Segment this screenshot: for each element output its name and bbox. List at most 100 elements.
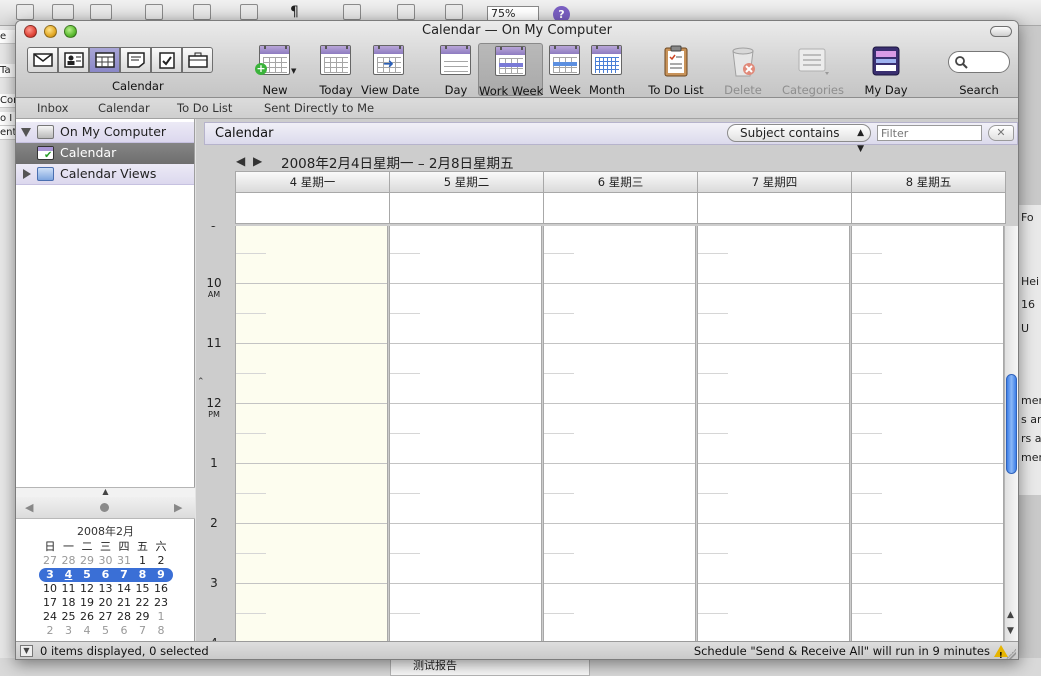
mini-day[interactable]: 28: [115, 610, 133, 624]
disclosure-open-icon[interactable]: [21, 128, 31, 137]
calendar-view-button[interactable]: [89, 47, 120, 73]
day-column[interactable]: [389, 226, 542, 641]
mini-day[interactable]: 19: [78, 596, 96, 610]
mini-day[interactable]: 3: [60, 624, 78, 638]
status-toggle-button[interactable]: ▼: [20, 645, 33, 657]
mini-day[interactable]: 5: [97, 624, 115, 638]
mini-day[interactable]: 4: [60, 568, 78, 582]
my-day-button[interactable]: My Day: [864, 45, 908, 97]
mini-day[interactable]: 16: [152, 582, 170, 596]
mini-day[interactable]: 7: [134, 624, 152, 638]
mini-week[interactable]: 24 25 26 27 28 29 1: [41, 610, 171, 624]
day-header-1[interactable]: 4 星期一: [235, 171, 389, 193]
mini-day[interactable]: 28: [60, 554, 78, 568]
filter-input[interactable]: [877, 125, 982, 141]
clear-filter-button[interactable]: ✕: [988, 125, 1014, 141]
mini-week-selected[interactable]: 3456789: [39, 568, 173, 582]
delete-button[interactable]: Delete: [723, 45, 763, 97]
mini-calendar-splitter[interactable]: ▲: [16, 487, 195, 497]
new-button[interactable]: + ▼ New: [254, 45, 296, 97]
mini-day[interactable]: 4: [78, 624, 96, 638]
nav-link-calendar[interactable]: Calendar: [98, 101, 150, 115]
day-header-3[interactable]: 6 星期三: [543, 171, 697, 193]
mini-day[interactable]: 2: [41, 624, 59, 638]
mini-day[interactable]: 27: [41, 554, 59, 568]
vertical-scrollbar[interactable]: ▲ ▼: [1004, 226, 1018, 641]
mini-day[interactable]: 1: [152, 610, 170, 624]
view-date-button[interactable]: ➜ View Date: [361, 45, 419, 97]
all-day-cell[interactable]: [851, 193, 1006, 224]
todo-list-button[interactable]: To Do List: [646, 45, 706, 97]
next-week-button[interactable]: ▶: [253, 154, 262, 168]
mini-day[interactable]: 1: [134, 554, 152, 568]
mini-day[interactable]: 11: [60, 582, 78, 596]
day-column[interactable]: [697, 226, 850, 641]
scrollbar-thumb[interactable]: [1006, 374, 1017, 474]
day-header-2[interactable]: 5 星期二: [389, 171, 543, 193]
mini-week[interactable]: 27 28 29 30 31 1 2: [41, 554, 171, 568]
filter-field-select[interactable]: Subject contains ▲ ▼: [727, 124, 871, 154]
mini-day[interactable]: 8: [134, 568, 152, 582]
folder-calendar[interactable]: ✔ Calendar: [16, 143, 194, 164]
mini-week[interactable]: 2345678: [41, 624, 171, 638]
week-view-button[interactable]: Week: [547, 45, 583, 97]
mini-day[interactable]: 22: [134, 596, 152, 610]
mini-day[interactable]: 20: [97, 596, 115, 610]
nav-link-sent-directly[interactable]: Sent Directly to Me: [264, 101, 374, 115]
mini-day[interactable]: 8: [152, 624, 170, 638]
mini-day[interactable]: 6: [97, 568, 115, 582]
mini-day[interactable]: 13: [97, 582, 115, 596]
toolbar-toggle-button[interactable]: [990, 26, 1012, 37]
month-view-button[interactable]: Month: [586, 45, 628, 97]
resize-grip[interactable]: [1006, 649, 1016, 659]
mini-day[interactable]: 29: [78, 554, 96, 568]
day-column[interactable]: [851, 226, 1004, 641]
folder-on-my-computer[interactable]: On My Computer: [16, 122, 194, 143]
mini-day[interactable]: 29: [134, 610, 152, 624]
mini-day[interactable]: 15: [134, 582, 152, 596]
mini-day[interactable]: 12: [78, 582, 96, 596]
day-header-5[interactable]: 8 星期五: [851, 171, 1006, 193]
sidebar-splitter-handle[interactable]: ⌃: [197, 377, 205, 387]
nav-link-todo-list[interactable]: To Do List: [177, 101, 232, 115]
scroll-down-arrow[interactable]: ▼: [1007, 626, 1014, 636]
day-view-button[interactable]: Day: [437, 45, 475, 97]
nav-link-inbox[interactable]: Inbox: [37, 101, 68, 115]
mini-day[interactable]: 6: [115, 624, 133, 638]
search-input[interactable]: [948, 51, 1010, 73]
all-day-cell[interactable]: [543, 193, 697, 224]
tasks-view-button[interactable]: [151, 47, 182, 73]
disclosure-closed-icon[interactable]: [23, 169, 31, 179]
mini-day[interactable]: 9: [152, 568, 170, 582]
categories-button[interactable]: Categories: [782, 45, 844, 97]
all-day-cell[interactable]: [389, 193, 543, 224]
mini-day[interactable]: 24: [41, 610, 59, 624]
address-book-view-button[interactable]: [58, 47, 89, 73]
notes-view-button[interactable]: [120, 47, 151, 73]
scroll-up-arrow[interactable]: ▲: [1007, 610, 1014, 620]
mini-day[interactable]: 2: [152, 554, 170, 568]
mini-prev-month-button[interactable]: ◀: [25, 501, 33, 514]
previous-week-button[interactable]: ◀: [236, 154, 245, 168]
mini-day[interactable]: 17: [41, 596, 59, 610]
mini-day[interactable]: 23: [152, 596, 170, 610]
mini-day[interactable]: 31: [115, 554, 133, 568]
mini-day[interactable]: 3: [41, 568, 59, 582]
mini-day[interactable]: 5: [78, 568, 96, 582]
day-column-today[interactable]: [235, 226, 388, 641]
mini-week[interactable]: 10 11 12 13 14 15 16: [41, 582, 171, 596]
folder-calendar-views[interactable]: Calendar Views: [16, 164, 194, 185]
mini-day[interactable]: 25: [60, 610, 78, 624]
day-column[interactable]: [543, 226, 696, 641]
mini-day[interactable]: 18: [60, 596, 78, 610]
mini-week[interactable]: 17 18 19 20 21 22 23: [41, 596, 171, 610]
all-day-cell[interactable]: [697, 193, 851, 224]
mail-view-button[interactable]: [27, 47, 58, 73]
day-header-4[interactable]: 7 星期四: [697, 171, 851, 193]
project-center-view-button[interactable]: [182, 47, 213, 73]
mini-day[interactable]: 7: [115, 568, 133, 582]
mini-today-button[interactable]: [100, 503, 109, 512]
mini-day[interactable]: 27: [97, 610, 115, 624]
mini-next-month-button[interactable]: ▶: [174, 501, 182, 514]
mini-day[interactable]: 21: [115, 596, 133, 610]
